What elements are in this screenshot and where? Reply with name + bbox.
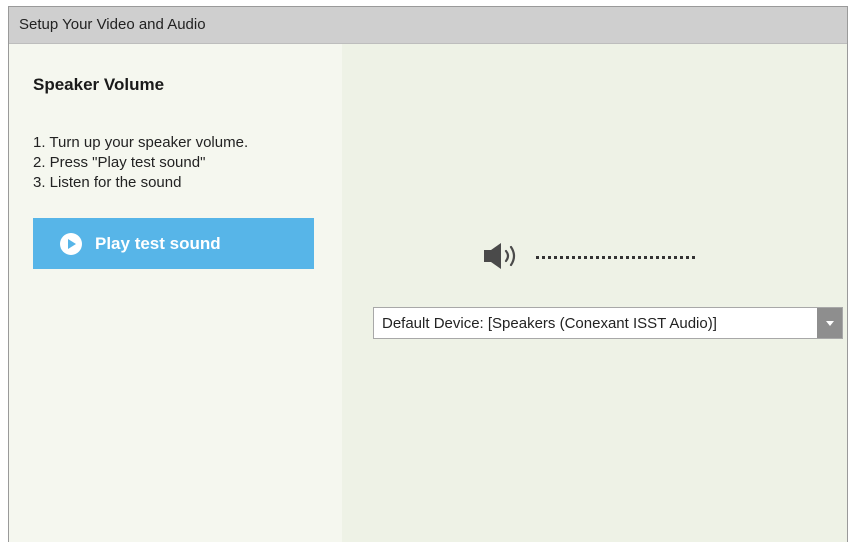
volume-dot (572, 256, 575, 259)
setup-dialog: Setup Your Video and Audio Speaker Volum… (8, 6, 848, 542)
volume-dot (554, 256, 557, 259)
speaker-level-row (482, 240, 742, 280)
volume-dot (656, 256, 659, 259)
volume-dot (590, 256, 593, 259)
steps-list: 1. Turn up your speaker volume. 2. Press… (33, 133, 248, 193)
volume-dot (632, 256, 635, 259)
volume-dot (536, 256, 539, 259)
speaker-panel: Default Device: [Speakers (Conexant ISST… (342, 44, 847, 542)
section-heading: Speaker Volume (33, 75, 165, 94)
volume-dot (680, 256, 683, 259)
play-test-sound-button[interactable]: Play test sound (33, 218, 314, 269)
title-bar: Setup Your Video and Audio (9, 7, 847, 44)
volume-dot (662, 256, 665, 259)
volume-dot (542, 256, 545, 259)
audio-device-select[interactable]: Default Device: [Speakers (Conexant ISST… (373, 307, 843, 339)
play-icon (60, 232, 82, 255)
volume-dot (668, 256, 671, 259)
volume-dot (674, 256, 677, 259)
volume-dot (692, 256, 695, 259)
volume-dot (614, 256, 617, 259)
volume-dot (584, 256, 587, 259)
volume-dot (566, 256, 569, 259)
volume-dot (548, 256, 551, 259)
step-item: 1. Turn up your speaker volume. (33, 134, 249, 151)
volume-dot (560, 256, 563, 259)
volume-dot (578, 256, 581, 259)
audio-device-value: Default Device: [Speakers (Conexant ISST… (382, 315, 717, 332)
volume-dot (644, 256, 647, 259)
volume-dot (602, 256, 605, 259)
window-title: Setup Your Video and Audio (19, 16, 206, 33)
chevron-down-icon[interactable] (817, 308, 842, 338)
speaker-icon (484, 243, 516, 269)
volume-dot (638, 256, 641, 259)
step-item: 2. Press "Play test sound" (33, 154, 206, 171)
instructions-panel: Speaker Volume 1. Turn up your speaker v… (9, 44, 342, 542)
step-item: 3. Listen for the sound (33, 174, 182, 191)
volume-meter (536, 256, 695, 259)
play-test-sound-label: Play test sound (95, 233, 221, 253)
volume-dot (620, 256, 623, 259)
volume-dot (626, 256, 629, 259)
volume-dot (608, 256, 611, 259)
volume-dot (650, 256, 653, 259)
volume-dot (686, 256, 689, 259)
volume-dot (596, 256, 599, 259)
